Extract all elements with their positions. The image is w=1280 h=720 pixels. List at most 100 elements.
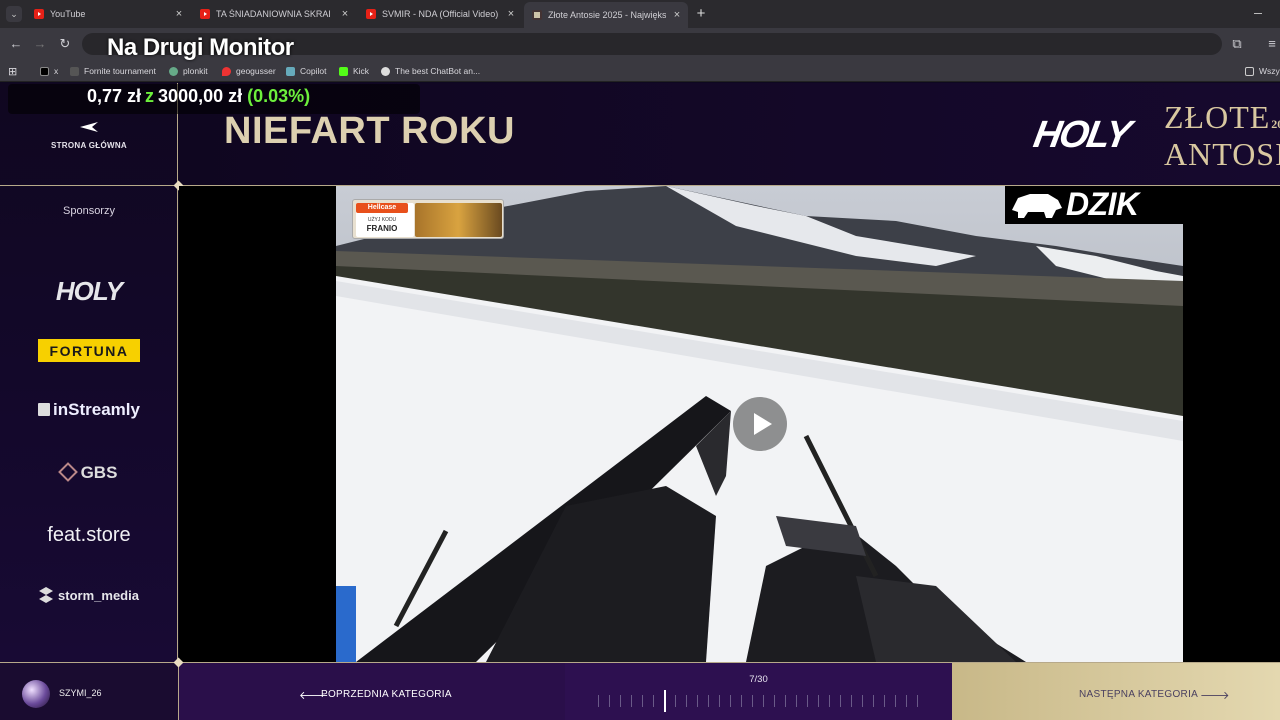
youtube-icon [34, 9, 44, 19]
openai-icon [381, 66, 390, 76]
back-icon[interactable]: ← [8, 36, 24, 52]
donation-goal-text: 0,77 zł z 3000,00 zł (0.03%) [87, 86, 310, 107]
progress-tick [675, 695, 676, 707]
progress-tick [906, 695, 907, 707]
tab-search-button[interactable]: ⌄ [6, 6, 22, 22]
donation-of: z [145, 86, 155, 106]
progress-tick [598, 695, 599, 707]
progress-tick [840, 695, 841, 707]
progress-tick [741, 695, 742, 707]
progress-tick [818, 695, 819, 707]
progress-tick [719, 695, 720, 707]
sponsor-featstore[interactable]: feat.store [0, 524, 178, 547]
minimize-icon[interactable] [1254, 13, 1262, 14]
progress-tick [851, 695, 852, 707]
progress-tick [620, 695, 621, 707]
extensions-icon[interactable]: ⧉ [1229, 36, 1245, 52]
sidebar [0, 83, 178, 663]
username: SZYMI_26 [59, 688, 102, 698]
zlote-antosie-logo: ZŁOTE2025 ANTOSIE [1164, 99, 1280, 172]
copilot-icon [286, 66, 295, 76]
new-tab-button[interactable]: + [694, 6, 708, 22]
youtube-icon [366, 9, 376, 19]
progress-count: 7/30 [749, 674, 768, 685]
progress-tick [609, 695, 610, 707]
reload-icon[interactable]: ↻ [57, 36, 73, 52]
close-tab-icon[interactable]: × [174, 8, 184, 20]
tab-sniadaniownia[interactable]: TA ŚNIADANIOWNIA SKRADŁA × [200, 4, 350, 24]
site-icon [532, 10, 542, 20]
sponsor-fortuna[interactable]: FORTUNA [0, 339, 178, 362]
bookmark-plonkit[interactable]: plonkit [169, 64, 208, 78]
promo-code-label: UŻYJ KODU [367, 217, 397, 223]
bookmark-copilot[interactable]: Copilot [286, 64, 326, 78]
progress-ticks [596, 690, 926, 712]
avatar[interactable] [22, 680, 50, 708]
arrow-right-icon: 🡒 [1200, 690, 1230, 702]
home-label: STRONA GŁÓWNA [50, 141, 128, 150]
globe-icon [169, 66, 178, 76]
progress-tick [642, 695, 643, 707]
browser-tab-strip: ⌄ YouTube × TA ŚNIADANIOWNIA SKRADŁA × S… [0, 0, 1280, 28]
instreamly-icon [38, 403, 51, 416]
sponsor-gbs[interactable]: GBS [0, 462, 178, 483]
close-tab-icon[interactable]: × [506, 8, 516, 20]
progress-tick [829, 695, 830, 707]
progress-tick-current [664, 690, 666, 712]
youtube-icon [200, 9, 210, 19]
progress-tick [774, 695, 775, 707]
sponsor-stormmedia[interactable]: storm_media [0, 587, 178, 603]
site-icon [70, 66, 79, 76]
category-title: NIEFART ROKU [224, 110, 515, 152]
tab-youtube[interactable]: YouTube × [34, 4, 184, 24]
forward-icon[interactable]: → [32, 36, 48, 52]
progress-tick [653, 695, 654, 707]
bookmark-fornite[interactable]: Fornite tournament [70, 64, 156, 78]
close-tab-icon[interactable]: × [340, 8, 350, 20]
progress-tick [895, 695, 896, 707]
progress-tick [631, 695, 632, 707]
donation-percent: (0.03%) [247, 86, 311, 106]
home-arrow-icon [80, 122, 98, 132]
bookmark-geogusser[interactable]: geogusser [222, 64, 276, 78]
progress-tick [686, 695, 687, 707]
kick-icon [339, 66, 348, 76]
close-tab-icon[interactable]: × [672, 9, 682, 21]
donation-goal: 3000,00 zł [158, 86, 243, 106]
map-pin-icon [222, 66, 231, 76]
footer-divider [0, 662, 1280, 663]
progress-tick [763, 695, 764, 707]
apps-icon[interactable]: ⊞ [8, 64, 17, 78]
bookmarks-bar: ⊞ x Fornite tournament plonkit geogusser… [0, 60, 1280, 82]
progress-tick [796, 695, 797, 707]
bookmarks-folder[interactable]: Wszy [1245, 64, 1280, 78]
ad-image [415, 203, 502, 237]
bookmark-x[interactable]: x [40, 64, 58, 78]
holy-logo: HOLY [1030, 114, 1133, 156]
tab-svmir[interactable]: SVMIR - NDA (Official Video) - × [366, 4, 516, 24]
folder-icon [1245, 66, 1254, 76]
progress-tick [697, 695, 698, 707]
dzik-watermark: DZIK [1066, 186, 1139, 222]
progress-tick [752, 695, 753, 707]
bookmark-chatbot[interactable]: The best ChatBot an... [381, 64, 480, 78]
hellcase-ad[interactable]: Hellcase UŻYJ KODU FRANIO [352, 199, 504, 239]
x-logo-icon [40, 66, 49, 76]
sponsors-heading: Sponsorzy [63, 205, 115, 217]
bookmark-kick[interactable]: Kick [339, 64, 369, 78]
hellcase-brand: Hellcase [356, 203, 408, 213]
progress-tick [873, 695, 874, 707]
progress-tick [708, 695, 709, 707]
progress-tick [917, 695, 918, 707]
sidebar-icon[interactable]: ≡ [1264, 36, 1280, 52]
sponsor-instreamly[interactable]: inStreamly [0, 400, 178, 420]
progress-tick [862, 695, 863, 707]
gbs-diamond-icon [57, 462, 78, 482]
promo-code: FRANIO [366, 224, 398, 233]
storm-media-icon [39, 587, 54, 603]
sponsor-holy[interactable]: HOLY [0, 276, 178, 307]
progress-tick [807, 695, 808, 707]
previous-category-label: POPRZEDNIA KATEGORIA [321, 689, 452, 700]
play-button[interactable] [733, 397, 787, 451]
tab-zlote-antosie[interactable]: Złote Antosie 2025 - Największy × [524, 2, 688, 28]
